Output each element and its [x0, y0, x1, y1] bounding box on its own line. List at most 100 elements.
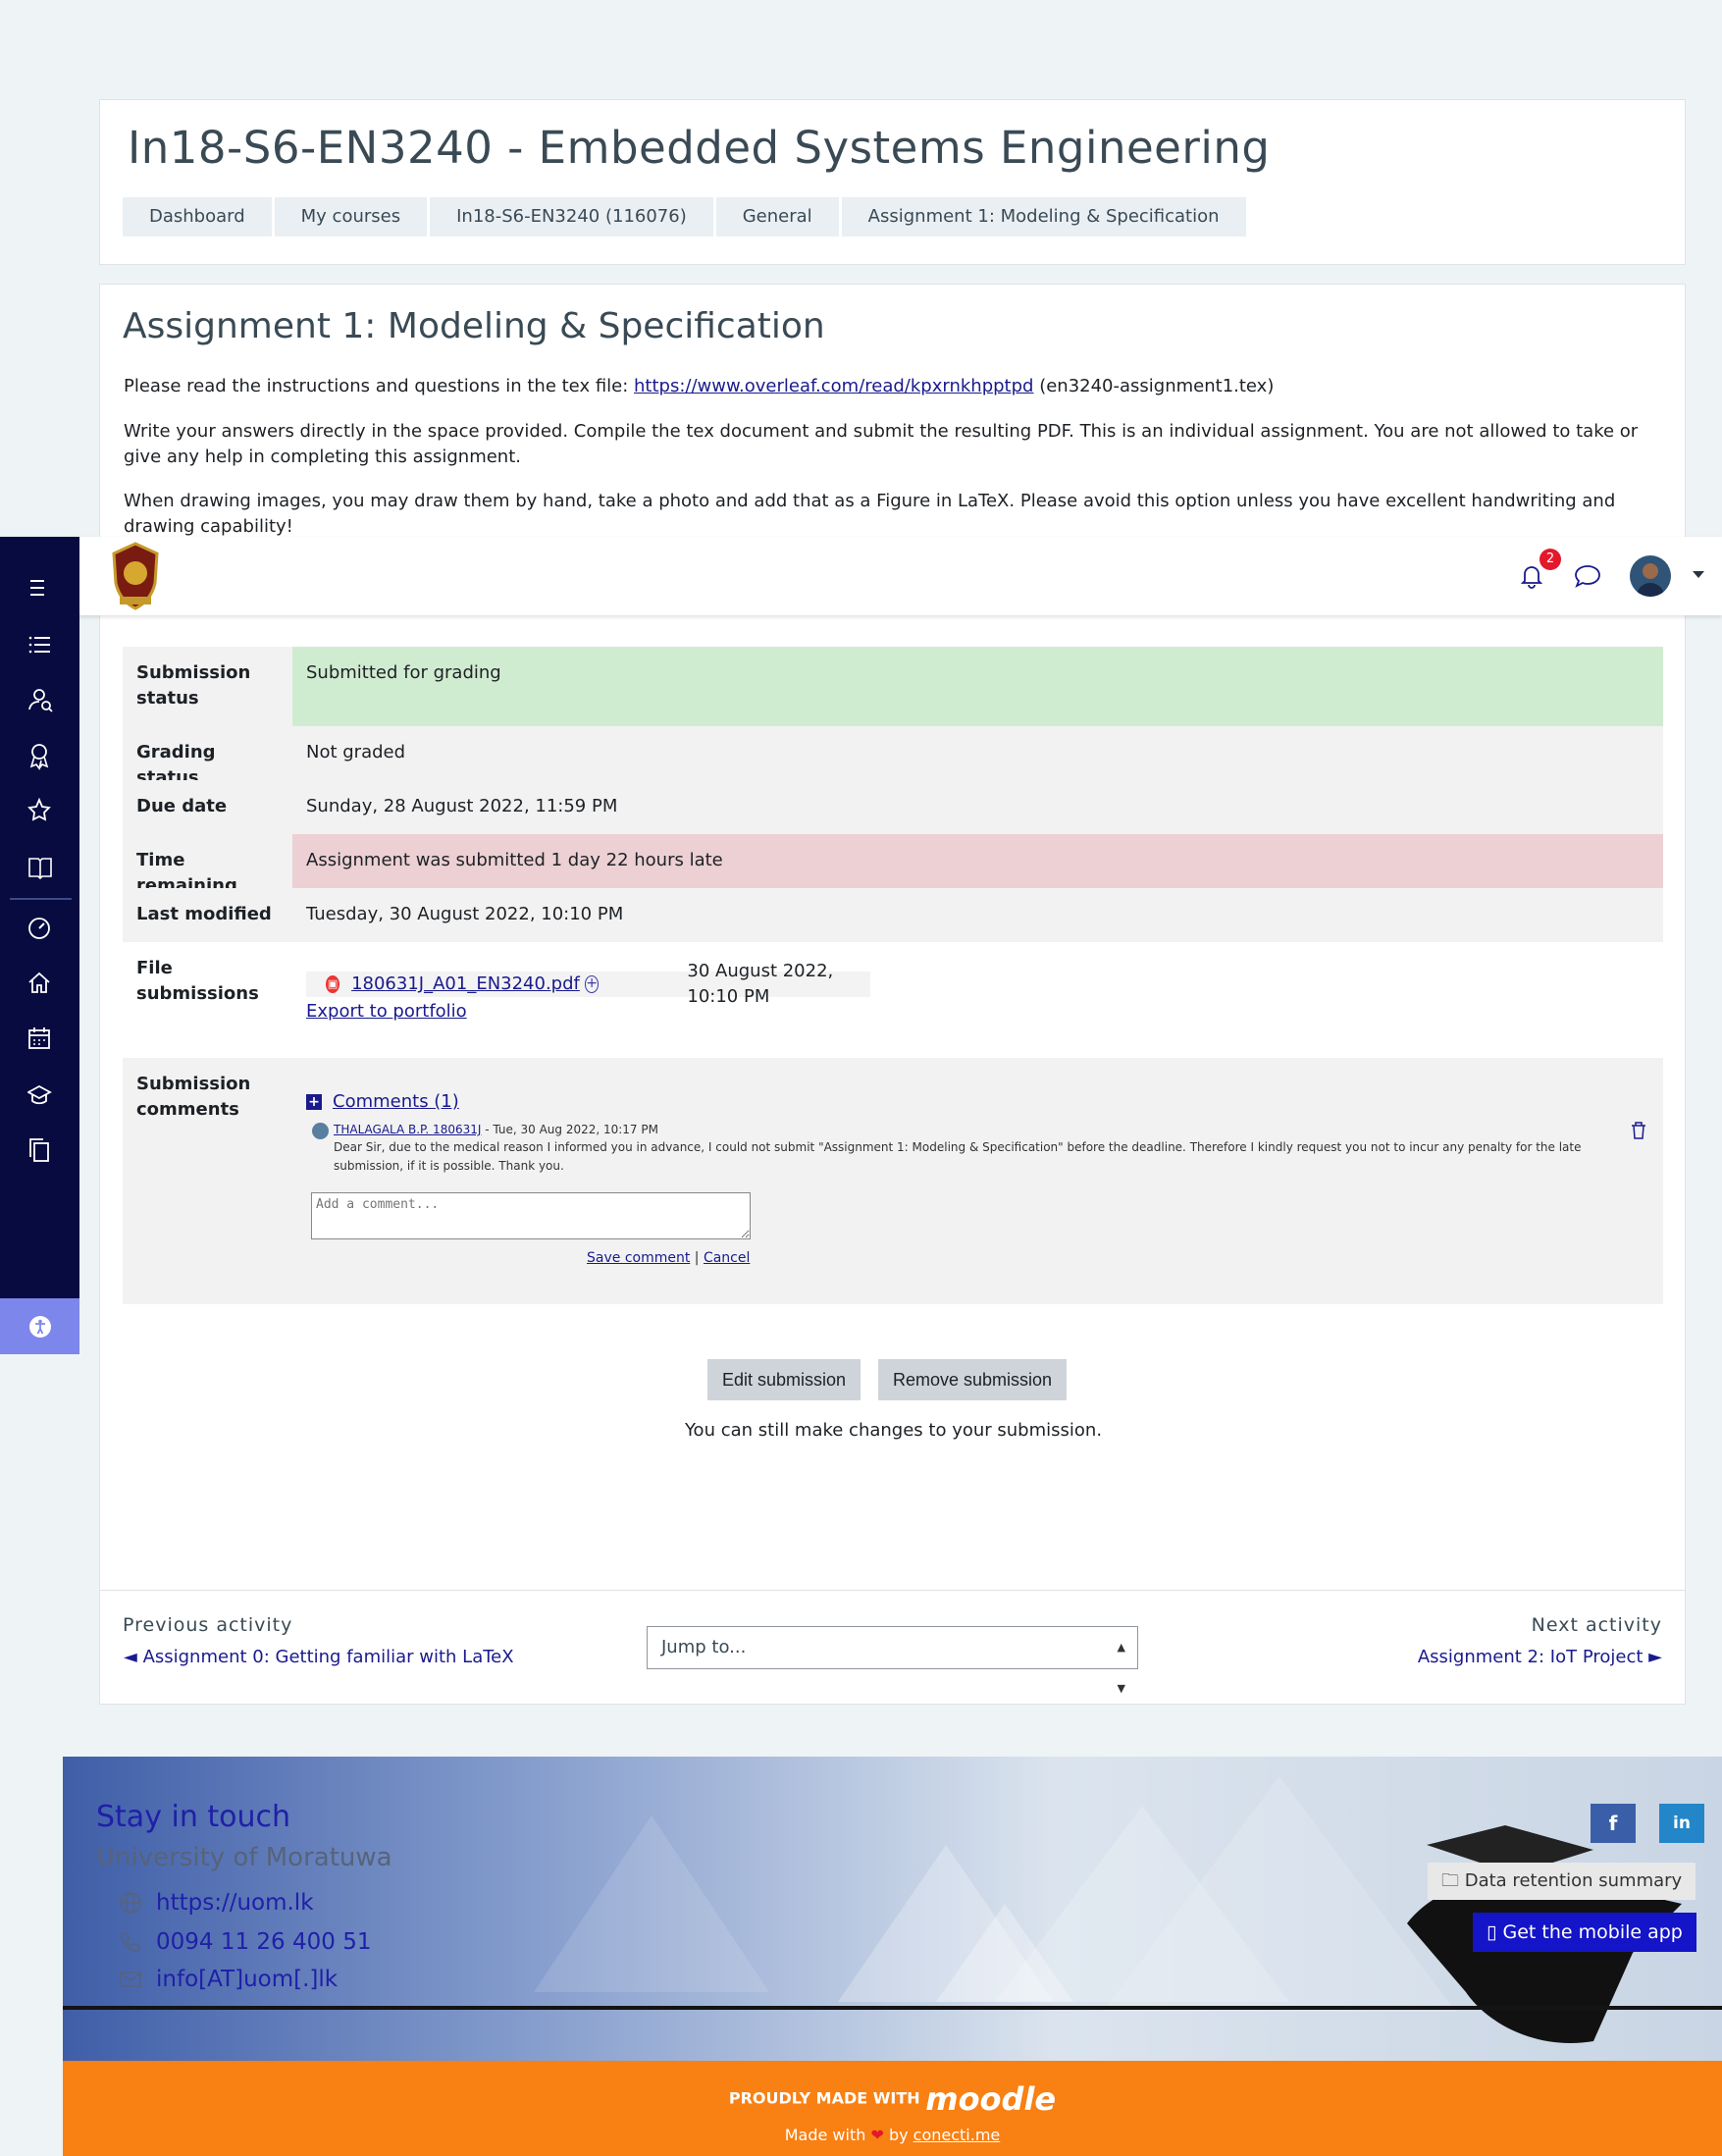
activity-navigation: Previous activity ◄ Assignment 0: Gettin…: [100, 1590, 1685, 1706]
page-header: In18-S6-EN3240 - Embedded Systems Engine…: [99, 99, 1686, 265]
user-avatar[interactable]: [1630, 555, 1671, 597]
star-icon[interactable]: [27, 798, 57, 827]
breadcrumb-dashboard[interactable]: Dashboard: [123, 197, 272, 237]
stay-in-touch-heading: Stay in touch: [96, 1800, 291, 1834]
phone-number: 0094 11 26 400 51: [156, 1929, 372, 1955]
breadcrumb-assignment[interactable]: Assignment 1: Modeling & Specification: [838, 197, 1246, 237]
previous-activity-link[interactable]: ◄ Assignment 0: Getting familiar with La…: [124, 1647, 514, 1667]
linkedin-icon[interactable]: in: [1659, 1804, 1704, 1843]
course-title: In18-S6-EN3240 - Embedded Systems Engine…: [128, 122, 1271, 174]
table-row: Time remaining Assignment was submitted …: [123, 834, 1663, 896]
folder-icon: 🗀: [1441, 1870, 1465, 1891]
moodle-logo[interactable]: moodle: [925, 2080, 1056, 2118]
submission-status-value: Submitted for grading: [292, 647, 1663, 726]
menu-icon[interactable]: [27, 573, 57, 603]
cancel-comment-link[interactable]: Cancel: [704, 1250, 750, 1266]
graduation-cap-icon[interactable]: [27, 1081, 57, 1111]
accessibility-button[interactable]: [0, 1298, 79, 1354]
by-text: by: [883, 2126, 913, 2144]
submission-comments-label: Submission comments: [136, 1074, 251, 1120]
select-arrows-icon: ▲ ▼: [1117, 1641, 1125, 1695]
comment-date: - Tue, 30 Aug 2022, 10:17 PM: [481, 1123, 658, 1136]
footer-bottom-bar: PROUDLY MADE WITH moodle Made with ❤ by …: [63, 2061, 1722, 2156]
data-retention-label: Data retention summary: [1464, 1870, 1683, 1891]
table-row: File submissions ▣ 180631J_A01_EN3240.pd…: [123, 942, 1663, 1058]
last-modified-label: Last modified: [136, 904, 272, 924]
sidebar: [0, 537, 79, 1354]
table-row: Grading status Not graded: [123, 726, 1663, 788]
book-open-icon[interactable]: [27, 854, 57, 883]
pdf-file-icon: ▣: [326, 975, 340, 993]
sidebar-divider: [10, 898, 72, 900]
assignment-title: Assignment 1: Modeling & Specification: [123, 306, 825, 346]
comments-link[interactable]: Comments (1): [333, 1089, 459, 1115]
data-retention-summary-link[interactable]: 🗀 Data retention summary: [1428, 1863, 1696, 1900]
export-to-portfolio-link[interactable]: Export to portfolio: [306, 999, 467, 1025]
add-comment-textarea[interactable]: [311, 1192, 751, 1239]
overleaf-link[interactable]: https://www.overleaf.com/read/kpxrnkhppt…: [634, 376, 1033, 396]
last-modified-value: Tuesday, 30 August 2022, 10:10 PM: [306, 904, 624, 924]
jump-to-select[interactable]: Jump to... ▲ ▼: [647, 1626, 1138, 1695]
home-icon[interactable]: [27, 970, 57, 999]
grading-status-value: Not graded: [306, 742, 406, 762]
notification-count-badge: 2: [1539, 549, 1561, 570]
trash-icon[interactable]: [1630, 1121, 1647, 1140]
intro-text: Please read the instructions and questio…: [124, 376, 635, 396]
intro-paragraph-1: Please read the instructions and questio…: [124, 374, 1664, 399]
plus-circle-icon[interactable]: +: [584, 975, 600, 993]
calendar-icon[interactable]: [27, 1025, 57, 1055]
globe-icon: [120, 1892, 141, 1914]
table-row: Last modified Tuesday, 30 August 2022, 1…: [123, 888, 1663, 942]
made-with-moodle: PROUDLY MADE WITH moodle: [63, 2080, 1722, 2118]
file-submissions-value: ▣ 180631J_A01_EN3240.pdf + 30 August 202…: [292, 942, 1663, 1058]
breadcrumb-my-courses[interactable]: My courses: [271, 197, 427, 237]
remove-submission-button[interactable]: Remove submission: [878, 1359, 1068, 1400]
intro-paragraph-3: When drawing images, you may draw them b…: [124, 491, 1616, 537]
facebook-icon[interactable]: f: [1591, 1804, 1636, 1843]
get-mobile-app-button[interactable]: ▯ Get the mobile app: [1473, 1913, 1696, 1952]
save-comment-link[interactable]: Save comment: [587, 1250, 690, 1266]
messages-icon[interactable]: [1573, 562, 1602, 590]
comment-actions: Save comment | Cancel: [587, 1245, 750, 1271]
university-logo[interactable]: [106, 540, 165, 612]
commenter-name-link[interactable]: THALAGALA B.P. 180631J: [334, 1123, 481, 1136]
intro-suffix: (en3240-assignment1.tex): [1033, 376, 1275, 396]
conecti-link[interactable]: conecti.me: [913, 2126, 1001, 2144]
file-date: 30 August 2022, 10:10 PM: [687, 961, 834, 1007]
list-icon[interactable]: [27, 630, 57, 659]
table-row: Due date Sunday, 28 August 2022, 11:59 P…: [123, 780, 1663, 834]
website-link[interactable]: https://uom.lk: [156, 1890, 314, 1916]
mobile-phone-icon: ▯: [1487, 1921, 1503, 1943]
footer: Stay in touch University of Moratuwa htt…: [63, 1757, 1722, 2156]
time-remaining-value: Assignment was submitted 1 day 22 hours …: [292, 834, 1663, 888]
file-link[interactable]: 180631J_A01_EN3240.pdf: [351, 972, 580, 997]
envelope-icon: [120, 1972, 141, 1987]
copy-icon[interactable]: [27, 1137, 57, 1167]
dashboard-gauge-icon[interactable]: [27, 915, 57, 944]
email-address: info[AT]uom[.]lk: [156, 1967, 339, 1992]
expand-plus-icon[interactable]: +: [306, 1094, 322, 1110]
grading-status-label: Grading status: [136, 742, 216, 788]
phone-icon: [120, 1932, 140, 1953]
file-entry: ▣ 180631J_A01_EN3240.pdf + 30 August 202…: [306, 961, 870, 1007]
comment-text: Dear Sir, due to the medical reason I in…: [334, 1140, 1582, 1173]
edit-submission-button[interactable]: Edit submission: [707, 1359, 861, 1400]
user-search-icon[interactable]: [27, 686, 57, 715]
commenter-avatar: [312, 1123, 329, 1139]
breadcrumb-course[interactable]: In18-S6-EN3240 (116076): [427, 197, 713, 237]
comments-toggle[interactable]: + Comments (1): [306, 1089, 459, 1115]
next-activity-label: Next activity: [1531, 1614, 1662, 1636]
email-contact: info[AT]uom[.]lk: [119, 1967, 338, 1992]
mobile-app-label: Get the mobile app: [1502, 1921, 1683, 1943]
intro-paragraph-2: Write your answers directly in the space…: [124, 421, 1639, 467]
file-submissions-label: File submissions: [136, 958, 259, 1004]
breadcrumb: Dashboard My courses In18-S6-EN3240 (116…: [123, 197, 1246, 237]
heart-icon: ❤: [870, 2126, 884, 2144]
accessibility-icon: [29, 1316, 51, 1338]
award-icon[interactable]: [27, 742, 57, 771]
next-activity-link[interactable]: Assignment 2: IoT Project ►: [1418, 1647, 1662, 1667]
proudly-made-with-text: PROUDLY MADE WITH: [728, 2088, 926, 2108]
user-menu-caret-icon[interactable]: [1693, 571, 1704, 578]
breadcrumb-general[interactable]: General: [712, 197, 839, 237]
university-name: University of Moratuwa: [96, 1843, 392, 1872]
